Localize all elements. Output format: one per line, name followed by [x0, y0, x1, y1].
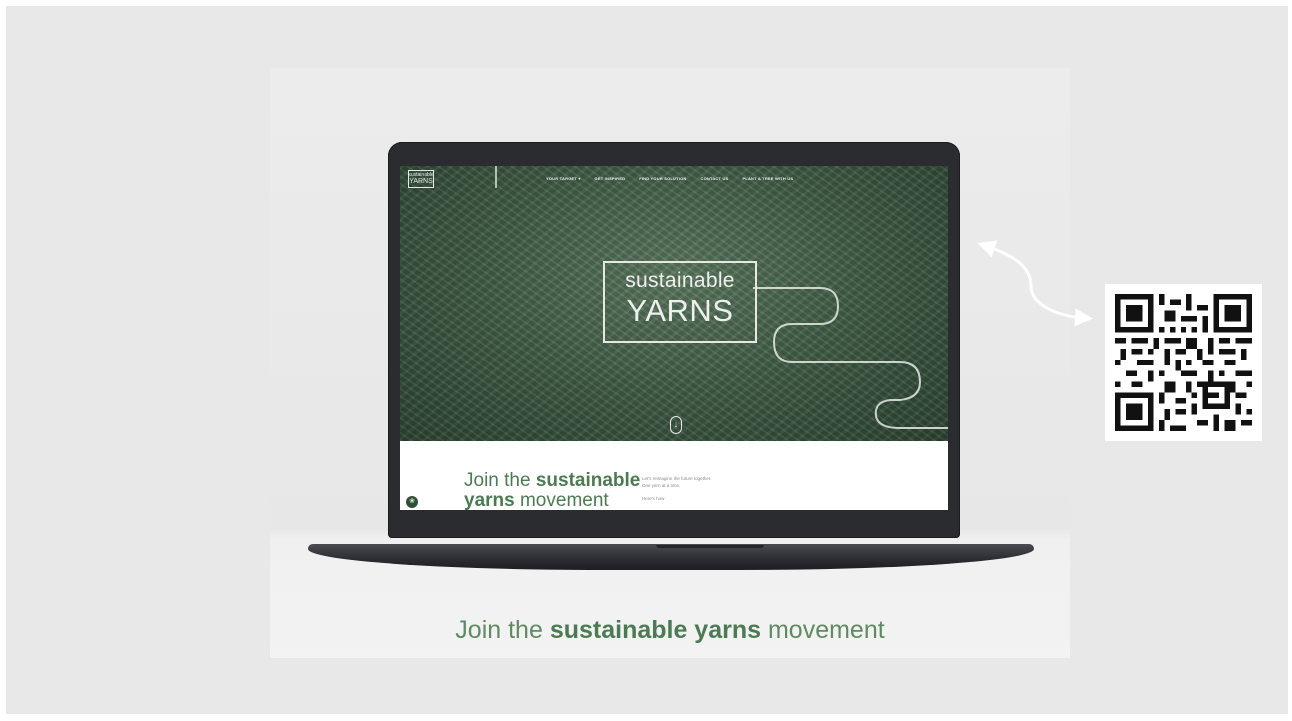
laptop-screen: sustainable YARNS YOUR TARGET ▾ GET INSP… [400, 166, 948, 510]
slide: sustainable YARNS YOUR TARGET ▾ GET INSP… [6, 6, 1288, 714]
laptop-mockup-photo: sustainable YARNS YOUR TARGET ▾ GET INSP… [270, 68, 1070, 658]
laptop-base [308, 544, 1034, 570]
intro-heading: Join the sustainable yarns movement [464, 470, 641, 511]
nav-plant-tree[interactable]: PLANT A TREE WITH US [742, 176, 793, 181]
site-logo-bottom: YARNS [409, 178, 433, 185]
caption-bold: sustainable yarns [549, 616, 762, 644]
double-arrow-icon [977, 240, 1093, 327]
site-logo[interactable]: sustainable YARNS [408, 170, 434, 188]
nav-contact-us[interactable]: CONTACT US [701, 176, 729, 181]
hero-logo-line1: sustainable [625, 269, 735, 292]
laptop-hinge [656, 545, 764, 548]
heres-how-link[interactable]: Here's how [642, 495, 711, 502]
hero-logo: sustainable YARNS [603, 261, 757, 343]
intro-heading-part1: Join the [464, 470, 536, 491]
hero-logo-line2: YARNS [626, 293, 734, 328]
intro-copy-line1: Let's reimagine the future together. [642, 476, 712, 481]
nav-get-inspired[interactable]: GET INSPIRED [595, 176, 626, 181]
website-intro-section: Join the sustainable yarns movement Let'… [400, 441, 948, 510]
caption: Join the sustainable yarns movement [270, 616, 1070, 645]
qr-code[interactable] [1105, 284, 1262, 441]
intro-heading-part3: movement [514, 490, 609, 511]
scroll-down-icon[interactable]: ↓ [670, 416, 682, 434]
website-hero: sustainable YARNS YOUR TARGET ▾ GET INSP… [400, 166, 948, 441]
caption-part2: movement [761, 616, 885, 644]
nav-your-target[interactable]: YOUR TARGET ▾ [546, 176, 581, 181]
qr-code-icon [1115, 294, 1252, 431]
laptop-lid: sustainable YARNS YOUR TARGET ▾ GET INSP… [388, 142, 960, 538]
caption-part1: Join the [455, 616, 550, 644]
intro-heading-part2: yarns [464, 490, 515, 511]
intro-copy-line2: One yarn at a time. [642, 483, 681, 488]
leaf-icon[interactable]: ❀ [406, 496, 418, 508]
nav-find-solution[interactable]: FIND YOUR SOLUTION [639, 176, 686, 181]
intro-copy: Let's reimagine the future together. One… [642, 475, 711, 502]
intro-heading-bold: sustainable [535, 470, 641, 491]
site-nav: YOUR TARGET ▾ GET INSPIRED FIND YOUR SOL… [546, 176, 793, 181]
